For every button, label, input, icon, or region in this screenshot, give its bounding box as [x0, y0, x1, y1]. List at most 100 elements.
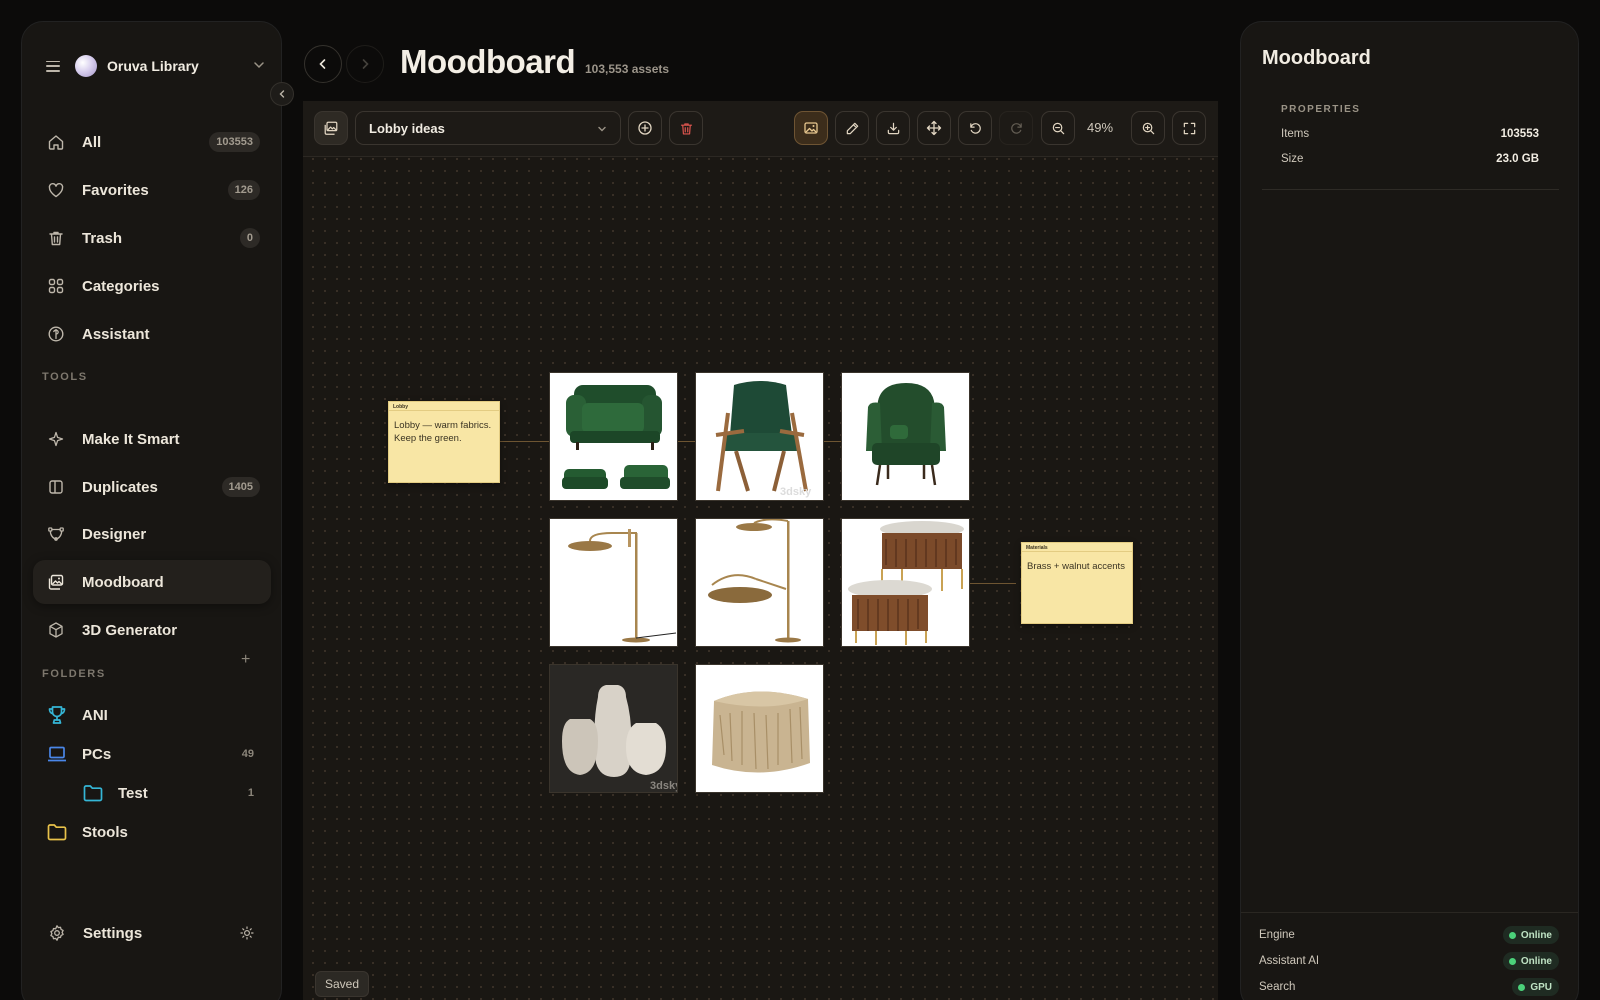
sticky-note[interactable]: Materials Brass + walnut accents: [1021, 542, 1133, 624]
add-image-button[interactable]: [794, 111, 828, 145]
properties-section-title: PROPERTIES: [1281, 104, 1361, 115]
zoom-out-button[interactable]: [1041, 111, 1075, 145]
fullscreen-button[interactable]: [1172, 111, 1206, 145]
settings-label: Settings: [83, 924, 143, 942]
sidebar-item-moodboard[interactable]: Moodboard: [33, 560, 271, 604]
collapse-sidebar-button[interactable]: [270, 82, 294, 106]
sidebar-item-designer[interactable]: Designer: [33, 512, 271, 556]
floor-lamp-image: [708, 519, 801, 643]
status-value: Online: [1520, 955, 1552, 967]
property-row: Items 103553: [1281, 128, 1539, 140]
property-value: 103553: [1500, 128, 1539, 140]
sidebar-item-trash[interactable]: Trash 0: [33, 216, 271, 260]
count-badge: 103553: [209, 132, 260, 152]
property-key: Size: [1281, 153, 1304, 165]
zoom-in-icon: [1142, 122, 1154, 134]
trophy-icon: [46, 704, 68, 726]
status-value: GPU: [1530, 981, 1552, 993]
folder-item-test[interactable]: Test 1: [82, 778, 254, 808]
chevron-left-icon: [319, 59, 326, 69]
laptop-icon: [46, 743, 68, 765]
folder-icon: [82, 782, 104, 804]
moodboard-canvas[interactable]: Lobby ideas Lobby Lobby — warm fabrics. …: [303, 101, 1218, 1000]
folders-section-title: FOLDERS: [42, 668, 106, 680]
image-tile-ceramic-vases[interactable]: 3dsky: [549, 664, 678, 793]
sidebar: Oruva Library All 103553 Favorites 126 T…: [21, 21, 282, 1000]
redo-button[interactable]: [999, 111, 1033, 145]
library-switcher[interactable]: Oruva Library: [46, 48, 266, 84]
sidebar-item-duplicates[interactable]: Duplicates 1405: [33, 465, 271, 509]
status-key: Engine: [1259, 929, 1295, 941]
zoom-in-button[interactable]: [1131, 111, 1165, 145]
delete-board-button[interactable]: [669, 111, 703, 145]
bezier-icon: [46, 524, 66, 544]
folder-item-ani[interactable]: ANI: [46, 700, 254, 730]
sparkle-icon: [46, 429, 66, 449]
export-button[interactable]: [876, 111, 910, 145]
add-board-button[interactable]: [628, 111, 662, 145]
library-name: Oruva Library: [107, 58, 199, 74]
chevron-left-icon: [279, 90, 285, 98]
pencil-icon: [846, 122, 858, 134]
folder-icon: [46, 821, 68, 843]
gear-icon: [50, 925, 64, 941]
wingback-chair-image: [866, 383, 946, 486]
image-tile-brass-double-floor-lamp[interactable]: [695, 518, 824, 647]
image-tile-walnut-coffee-tables[interactable]: [841, 518, 970, 647]
image-tile-green-lounge-chair[interactable]: 3dsky: [695, 372, 824, 501]
boards-button[interactable]: [314, 111, 348, 145]
folder-label: Test: [118, 784, 148, 802]
settings-button[interactable]: Settings: [48, 918, 254, 948]
board-select[interactable]: Lobby ideas: [355, 111, 621, 145]
armchair-image: [562, 385, 670, 489]
status-dot-icon: [1508, 931, 1516, 939]
chevron-down-icon: [598, 126, 606, 132]
sidebar-item-all[interactable]: All 103553: [33, 120, 271, 164]
coffee-table-image: [848, 521, 964, 645]
sidebar-item-make-it-smart[interactable]: Make It Smart: [33, 417, 271, 461]
property-key: Items: [1281, 128, 1310, 140]
forward-button[interactable]: [346, 45, 384, 83]
image-tile-shag-pouf[interactable]: [695, 664, 824, 793]
watermark: 3dsky: [780, 486, 812, 498]
folder-item-pcs[interactable]: PCs 49: [46, 739, 254, 769]
trash-icon: [46, 228, 66, 248]
sticky-note[interactable]: Lobby Lobby — warm fabrics. Keep the gre…: [388, 401, 500, 483]
sidebar-item-label: Trash: [82, 229, 123, 247]
back-button[interactable]: [304, 45, 342, 83]
sidebar-item-label: Designer: [82, 525, 147, 543]
image-tile-green-velvet-armchair[interactable]: [549, 372, 678, 501]
sidebar-item-assistant[interactable]: Assistant: [33, 312, 271, 356]
undo-icon: [969, 122, 981, 134]
duplicate-icon: [46, 477, 66, 497]
sidebar-item-3d-generator[interactable]: 3D Generator: [33, 608, 271, 652]
status-row-search: Search GPU: [1259, 978, 1559, 996]
zoom-level: 49%: [1087, 120, 1114, 135]
count-badge: 0: [239, 228, 260, 248]
image-tile-brass-floor-lamp[interactable]: [549, 518, 678, 647]
folder-item-stools[interactable]: Stools: [46, 817, 254, 847]
note-text: Lobby — warm fabrics. Keep the green.: [394, 420, 492, 444]
folder-label: Stools: [82, 823, 128, 841]
note-title: Materials: [1022, 543, 1132, 552]
sidebar-item-label: Categories: [82, 277, 160, 295]
menu-icon[interactable]: [46, 60, 60, 72]
app-window: Oruva Library All 103553 Favorites 126 T…: [0, 0, 1600, 1000]
pan-tool-button[interactable]: [917, 111, 951, 145]
note-title: Lobby: [389, 402, 499, 411]
chevron-right-icon: [362, 59, 369, 69]
undo-button[interactable]: [958, 111, 992, 145]
sidebar-item-favorites[interactable]: Favorites 126: [33, 168, 271, 212]
note-tool-button[interactable]: [835, 111, 869, 145]
grid-icon: [46, 276, 66, 296]
add-folder-button[interactable]: +: [241, 652, 250, 668]
chevron-down-icon[interactable]: [252, 58, 266, 72]
inspector-title: Moodboard: [1262, 47, 1371, 69]
sidebar-item-label: Moodboard: [82, 573, 164, 591]
note-text: Brass + walnut accents: [1027, 561, 1125, 572]
folder-count: 1: [247, 787, 254, 799]
theme-toggle-icon[interactable]: [240, 926, 254, 940]
sidebar-item-categories[interactable]: Categories: [33, 264, 271, 308]
zoom-out-icon: [1052, 122, 1064, 134]
image-tile-green-wingback-chair[interactable]: [841, 372, 970, 501]
